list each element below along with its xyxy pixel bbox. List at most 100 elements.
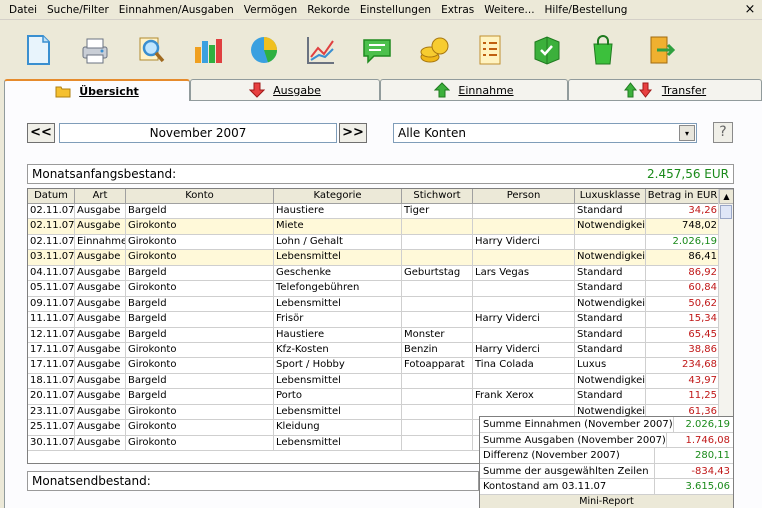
- prev-month-button[interactable]: <<: [27, 123, 55, 143]
- menu-suche-filter[interactable]: Suche/Filter: [42, 0, 114, 20]
- close-icon[interactable]: ×: [742, 2, 758, 17]
- table-row[interactable]: 11.11.07 Ausgabe Bargeld Frisör Harry Viderc…: [28, 312, 720, 328]
- header-col-luxusklasse[interactable]: Luxusklasse: [575, 189, 646, 204]
- line-chart-icon: [306, 37, 334, 64]
- cell-col-art: Ausgabe: [75, 265, 126, 282]
- cell-col-betrag: 234,68: [646, 358, 720, 374]
- cell-col-stichwort: [402, 234, 473, 251]
- table-row[interactable]: 05.11.07 Ausgabe Girokonto Telefongebühren S…: [28, 281, 720, 297]
- table-row[interactable]: 17.11.07 Ausgabe Girokonto Kfz-Kosten Benzin…: [28, 342, 720, 359]
- scroll-thumb[interactable]: [720, 205, 732, 219]
- cell-col-kategorie: Lebensmittel: [274, 435, 402, 451]
- cell-col-stichwort: Tiger: [402, 204, 473, 220]
- menu-extras[interactable]: Extras: [436, 0, 479, 20]
- shopping-bag-button[interactable]: [583, 30, 623, 70]
- chevron-down-icon[interactable]: ▾: [679, 125, 695, 141]
- cell-col-person: [473, 327, 575, 343]
- cell-col-stichwort: [402, 373, 473, 390]
- mini-report-label: Summe Ausgaben (November 2007): [480, 432, 667, 447]
- account-select-value: Alle Konten: [398, 126, 466, 140]
- cell-col-konto: Girokonto: [126, 435, 274, 451]
- mini-report-label: Summe Einnahmen (November 2007): [480, 417, 674, 432]
- new-document-button[interactable]: [18, 30, 58, 70]
- menu-hilfe-bestellung[interactable]: Hilfe/Bestellung: [540, 0, 633, 20]
- cell-col-konto: Bargeld: [126, 327, 274, 343]
- line-chart-button[interactable]: [301, 30, 341, 70]
- mini-report-row: Summe der ausgewählten Zeilen -834,43: [480, 463, 733, 479]
- menu-vermoegen[interactable]: Vermögen: [239, 0, 302, 20]
- header-col-stichwort[interactable]: Stichwort: [402, 189, 473, 204]
- cell-col-person: [473, 373, 575, 390]
- cell-col-luxusklasse: Standard: [575, 389, 646, 405]
- cell-col-art: Ausgabe: [75, 219, 126, 235]
- menu-weitere[interactable]: Weitere...: [479, 0, 539, 20]
- table-row[interactable]: 03.11.07 Ausgabe Girokonto Lebensmittel Notw…: [28, 250, 720, 266]
- cell-col-datum: 02.11.07: [28, 234, 75, 251]
- pie-chart-button[interactable]: [244, 30, 284, 70]
- menu-einstellungen[interactable]: Einstellungen: [355, 0, 436, 20]
- tab-einnahme[interactable]: Einnahme: [380, 79, 568, 100]
- mini-report-title: Mini-Report: [480, 494, 733, 508]
- cell-col-betrag: 50,62: [646, 296, 720, 313]
- tab-uebersicht[interactable]: Übersicht: [4, 79, 190, 101]
- cell-col-datum: 23.11.07: [28, 404, 75, 421]
- table-row[interactable]: 20.11.07 Ausgabe Bargeld Porto Frank Xerox St…: [28, 389, 720, 405]
- mini-report-value: -834,43: [691, 465, 730, 477]
- header-col-art[interactable]: Art: [75, 189, 126, 204]
- cell-col-konto: Girokonto: [126, 358, 274, 374]
- cell-col-stichwort: [402, 296, 473, 313]
- menu-datei[interactable]: Datei: [4, 0, 42, 20]
- cell-col-betrag: 43,97: [646, 373, 720, 390]
- header-col-datum[interactable]: Datum: [28, 189, 75, 204]
- bar-chart-button[interactable]: [188, 30, 228, 70]
- menu-einnahmen-ausgaben[interactable]: Einnahmen/Ausgaben: [114, 0, 239, 20]
- cell-col-betrag: 60,84: [646, 281, 720, 297]
- cell-col-person: Harry Viderci: [473, 342, 575, 359]
- next-month-button[interactable]: >>: [339, 123, 367, 143]
- cell-col-konto: Girokonto: [126, 420, 274, 436]
- exit-button[interactable]: [640, 30, 680, 70]
- search-button[interactable]: [131, 30, 171, 70]
- cell-col-art: Ausgabe: [75, 358, 126, 374]
- coins-button[interactable]: [414, 30, 454, 70]
- cell-col-luxusklasse: Standard: [575, 342, 646, 359]
- header-col-betrag[interactable]: Betrag in EUR: [646, 189, 720, 204]
- tab-ausgabe[interactable]: Ausgabe: [190, 79, 380, 100]
- tab-transfer[interactable]: Transfer: [568, 79, 762, 100]
- header-col-person[interactable]: Person: [473, 189, 575, 204]
- cell-col-art: Ausgabe: [75, 312, 126, 328]
- cell-col-kategorie: Lebensmittel: [274, 404, 402, 421]
- table-row[interactable]: 02.11.07 Einnahme Girokonto Lohn / Gehalt Ha…: [28, 234, 720, 251]
- cell-col-person: [473, 204, 575, 220]
- cell-col-datum: 11.11.07: [28, 312, 75, 328]
- header-col-konto[interactable]: Konto: [126, 189, 274, 204]
- cell-col-betrag: 15,34: [646, 312, 720, 328]
- cell-col-art: Ausgabe: [75, 373, 126, 390]
- cell-col-betrag: 748,02: [646, 219, 720, 235]
- header-col-kategorie[interactable]: Kategorie: [274, 189, 402, 204]
- mini-report-value: 1.746,08: [685, 434, 730, 446]
- help-button[interactable]: ?: [713, 122, 733, 143]
- cell-col-datum: 02.11.07: [28, 204, 75, 220]
- account-select[interactable]: Alle Konten ▾: [393, 123, 697, 143]
- table-row[interactable]: 17.11.07 Ausgabe Girokonto Sport / Hobby Fot…: [28, 358, 720, 374]
- table-row[interactable]: 04.11.07 Ausgabe Bargeld Geschenke Geburtsta…: [28, 265, 720, 282]
- table-row[interactable]: 12.11.07 Ausgabe Bargeld Haustiere Monster St…: [28, 327, 720, 343]
- cell-col-person: Frank Xerox: [473, 389, 575, 405]
- cell-col-art: Ausgabe: [75, 389, 126, 405]
- table-row[interactable]: 02.11.07 Ausgabe Bargeld Haustiere Tiger Stan…: [28, 204, 720, 220]
- table-row[interactable]: 09.11.07 Ausgabe Bargeld Lebensmittel Notwen…: [28, 296, 720, 313]
- print-button[interactable]: [75, 30, 115, 70]
- cell-col-art: Ausgabe: [75, 404, 126, 421]
- book-button[interactable]: [527, 30, 567, 70]
- message-button[interactable]: [357, 30, 397, 70]
- menu-rekorde[interactable]: Rekorde: [302, 0, 355, 20]
- table-row[interactable]: 18.11.07 Ausgabe Bargeld Lebensmittel Notwen…: [28, 373, 720, 390]
- table-row[interactable]: 02.11.07 Ausgabe Girokonto Miete Notwendigke…: [28, 219, 720, 235]
- new-document-icon: [27, 35, 50, 65]
- cell-col-stichwort: [402, 219, 473, 235]
- cell-col-kategorie: Geschenke: [274, 265, 402, 282]
- scroll-up-icon[interactable]: ▲: [719, 189, 733, 204]
- cell-col-art: Ausgabe: [75, 342, 126, 359]
- checklist-button[interactable]: [470, 30, 510, 70]
